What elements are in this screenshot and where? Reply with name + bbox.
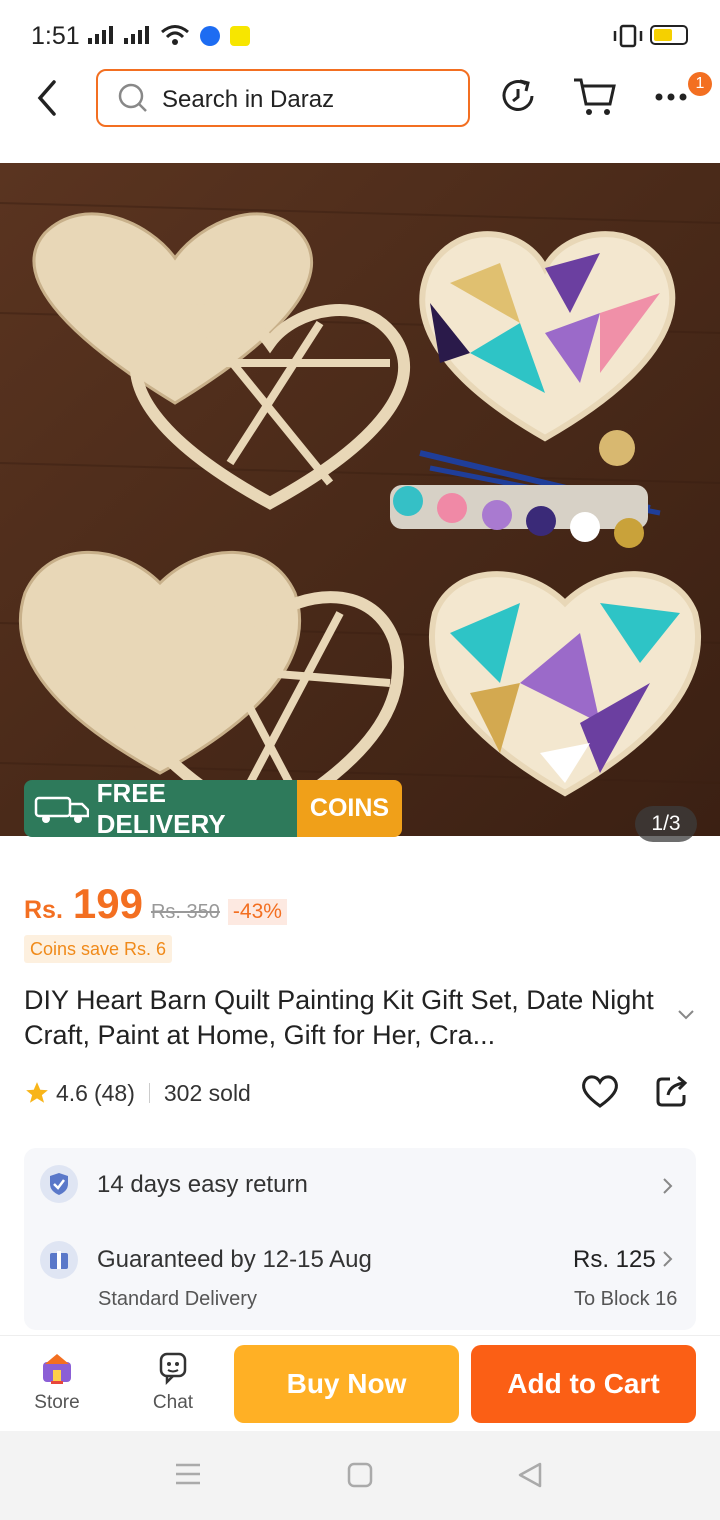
top-header: Search in Daraz	[0, 66, 720, 130]
notification-badge: 1	[688, 72, 712, 96]
product-photo	[0, 163, 720, 836]
current-price: 199	[72, 880, 143, 927]
store-button[interactable]: Store	[17, 1350, 97, 1414]
chat-icon	[159, 1352, 187, 1386]
search-input[interactable]: Search in Daraz	[96, 69, 470, 127]
coins-save-badge: Coins save Rs. 6	[24, 935, 173, 963]
vibrate-icon	[613, 24, 643, 48]
chevron-down-icon[interactable]	[676, 1008, 696, 1022]
divider	[148, 1083, 150, 1103]
service-card: 14 days easy return Guaranteed by 12-15 …	[24, 1148, 696, 1330]
free-delivery-banner: FREE DELIVERY COINS	[24, 780, 402, 837]
coins-label: COINS	[309, 794, 390, 822]
cart-icon[interactable]	[572, 76, 618, 118]
wifi-icon	[161, 25, 189, 45]
product-image[interactable]	[0, 163, 720, 836]
bottom-action-bar: Store Chat Buy Now Add to Cart	[0, 1335, 720, 1431]
signal-icon	[88, 26, 113, 44]
back-arrow-icon[interactable]	[30, 78, 70, 118]
chevron-right-icon	[663, 1178, 673, 1194]
buy-now-button[interactable]: Buy Now	[234, 1345, 459, 1423]
status-bar: 1:51	[0, 0, 720, 70]
return-label: 14 days easy return	[97, 1171, 308, 1198]
chat-label: Chat	[152, 1392, 194, 1413]
store-label: Store	[34, 1392, 80, 1413]
wishlist-heart-icon[interactable]	[580, 1072, 620, 1110]
search-icon	[118, 83, 147, 112]
search-placeholder: Search in Daraz	[162, 86, 335, 113]
signal-icon	[124, 26, 149, 44]
original-price: Rs. 350	[150, 901, 220, 923]
image-counter: 1/3	[635, 806, 697, 842]
product-title[interactable]: DIY Heart Barn Quilt Painting Kit Gift S…	[24, 983, 674, 1053]
status-time: 1:51	[31, 22, 80, 50]
more-options-icon[interactable]	[654, 92, 690, 102]
shield-check-icon	[40, 1165, 78, 1203]
review-count: (48)	[93, 1079, 135, 1106]
add-to-cart-button[interactable]: Add to Cart	[471, 1345, 696, 1423]
history-icon[interactable]	[498, 76, 538, 116]
battery-icon	[650, 25, 688, 45]
rating-value: 4.6	[56, 1079, 88, 1106]
price-row: Rs. 199 Rs. 350 -43%	[24, 880, 287, 930]
chat-button[interactable]: Chat	[133, 1350, 213, 1414]
snapchat-icon	[230, 26, 250, 46]
delivery-fee: Rs. 125	[573, 1246, 656, 1273]
back-nav-icon[interactable]	[516, 1461, 544, 1489]
messenger-icon	[200, 26, 220, 46]
discount-badge: -43%	[227, 899, 287, 925]
star-icon	[26, 1082, 48, 1103]
rating-row[interactable]: 4.6 (48) 302 sold	[24, 1076, 251, 1110]
delivery-type: Standard Delivery	[98, 1288, 257, 1310]
delivery-box-icon	[40, 1241, 78, 1279]
system-nav-bar	[0, 1431, 720, 1520]
delivery-truck-icon	[34, 796, 89, 823]
sold-count: 302 sold	[163, 1079, 251, 1106]
chevron-right-icon	[663, 1251, 673, 1267]
recent-apps-icon[interactable]	[174, 1461, 202, 1487]
delivery-location: To Block 16	[574, 1288, 678, 1310]
store-icon	[43, 1354, 71, 1384]
delivery-label: Guaranteed by 12-15 Aug	[97, 1246, 372, 1273]
currency: Rs.	[24, 896, 63, 924]
share-icon[interactable]	[654, 1073, 690, 1109]
home-icon[interactable]	[346, 1461, 374, 1489]
free-delivery-label: FREE DELIVERY	[96, 780, 226, 837]
